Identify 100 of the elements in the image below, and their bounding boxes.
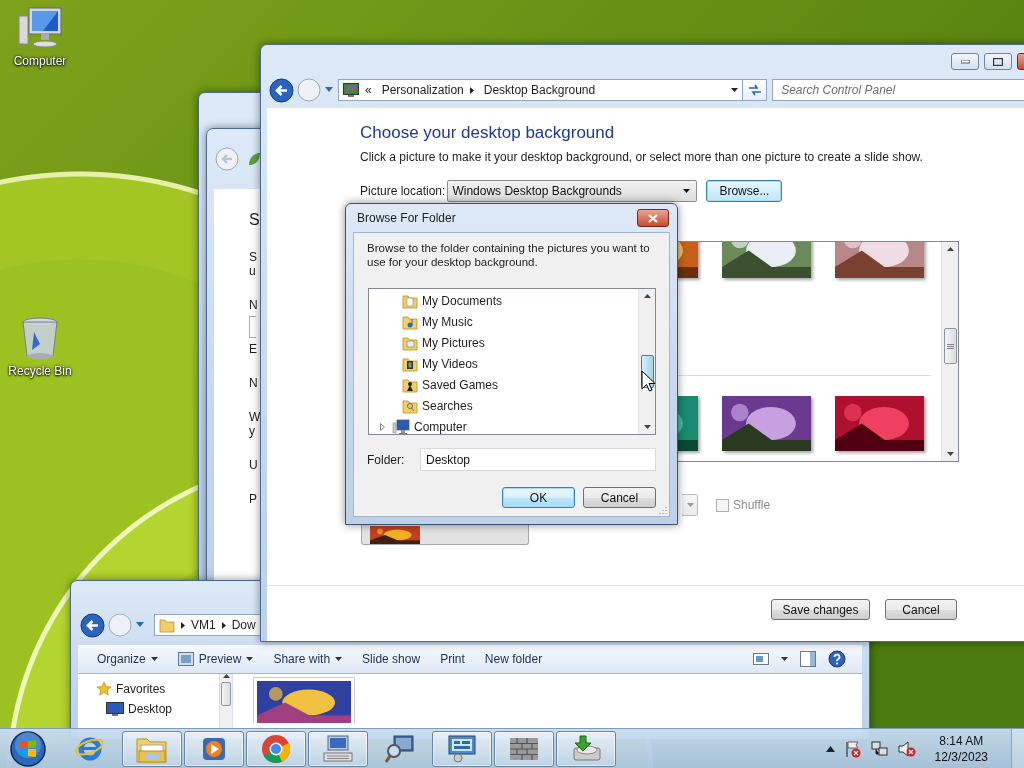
resize-grip-icon — [659, 506, 667, 514]
dialog-title: Browse For Folder — [357, 211, 457, 225]
magnifier-monitor-icon — [385, 733, 415, 764]
close-button[interactable] — [637, 209, 669, 227]
pane-icon[interactable] — [800, 651, 816, 667]
expand-arrow-icon[interactable] — [379, 422, 385, 431]
taskbar-button[interactable] — [246, 730, 306, 767]
scroll-down-icon[interactable] — [946, 452, 954, 456]
scroll-thumb[interactable] — [943, 328, 957, 364]
folder-icon — [402, 313, 418, 330]
network-icon[interactable] — [870, 739, 889, 758]
tree-item[interactable]: My Pictures — [422, 335, 485, 350]
label-text: y — [249, 424, 255, 438]
mute-icon[interactable] — [897, 739, 916, 758]
breadcrumb[interactable]: Personalization — [381, 83, 464, 97]
minimize-button[interactable] — [951, 53, 979, 70]
close-icon — [648, 213, 658, 223]
taskbar-button[interactable] — [432, 730, 492, 767]
tree-item[interactable]: Saved Games — [422, 377, 499, 392]
clock[interactable]: 8:14 AM 12/3/2023 — [934, 732, 988, 765]
clock-time: 8:14 AM — [939, 732, 984, 749]
address-bar[interactable]: VM1 Dow — [154, 614, 260, 636]
toolbar-button[interactable]: Print — [430, 647, 475, 671]
caret-icon — [781, 657, 788, 661]
taskbar-button[interactable] — [308, 730, 368, 767]
breadcrumb[interactable]: VM1 — [191, 618, 216, 632]
breadcrumb-overflow[interactable]: « — [365, 83, 372, 97]
breadcrumb[interactable]: Desktop Background — [483, 83, 596, 97]
scroll-thumb[interactable] — [221, 682, 231, 706]
address-bar[interactable]: « Personalization Desktop Background — [338, 79, 743, 101]
cancel-button[interactable]: Cancel — [583, 487, 656, 508]
position-dropdown[interactable] — [682, 494, 698, 516]
save-button[interactable]: Save changes — [771, 599, 870, 620]
nav-item[interactable]: Favorites — [116, 682, 166, 696]
scroll-down-icon[interactable] — [643, 425, 651, 429]
chevron-icon — [221, 621, 226, 629]
caret-icon[interactable] — [324, 87, 334, 93]
star-icon — [96, 681, 112, 697]
field-label: Picture location: — [360, 184, 446, 198]
taskbar-button[interactable] — [122, 730, 182, 767]
desktop-icon — [106, 702, 124, 716]
ok-button[interactable]: OK — [502, 487, 575, 508]
toolbar-button[interactable]: Preview — [167, 647, 264, 671]
nav-item[interactable]: Desktop — [128, 702, 173, 716]
scroll-up-icon[interactable] — [946, 247, 954, 251]
label-text: P — [249, 492, 257, 506]
location-dropdown[interactable]: Windows Desktop Backgrounds — [447, 180, 698, 202]
monitor-panel-icon — [446, 733, 478, 764]
tricolor-circle-icon — [261, 733, 291, 764]
text-field[interactable] — [249, 316, 256, 338]
page-heading: Choose your desktop background — [360, 123, 615, 143]
computer-icon[interactable] — [17, 6, 63, 50]
maximize-icon — [993, 57, 1003, 66]
cancel-button[interactable]: Cancel — [885, 599, 957, 620]
refresh-button[interactable] — [743, 79, 768, 101]
scroll-up-icon[interactable] — [643, 294, 651, 298]
image-icon — [177, 652, 194, 666]
chevron-icon — [181, 621, 185, 629]
disc-arrow-icon — [570, 733, 602, 764]
maximize-button[interactable] — [984, 53, 1012, 70]
minimize-icon — [960, 59, 970, 64]
toolbar-button[interactable]: Organize — [87, 647, 168, 671]
tree-item[interactable]: My Documents — [422, 293, 503, 308]
flag-error-icon[interactable] — [843, 739, 862, 758]
refresh-icon — [747, 84, 762, 96]
clock-date: 12/3/2023 — [934, 748, 988, 765]
play-icon — [201, 735, 227, 762]
caret-icon — [335, 657, 343, 661]
toolbar-button[interactable]: New folder — [474, 647, 553, 671]
caret-icon — [687, 503, 694, 507]
help-icon[interactable] — [828, 650, 846, 668]
tree-item[interactable]: My Videos — [422, 356, 478, 371]
caret-icon — [246, 657, 254, 661]
leaf-icon — [247, 151, 261, 167]
tree-item[interactable]: Computer — [414, 419, 467, 434]
taskbar-button[interactable] — [556, 730, 616, 767]
view-icon[interactable] — [753, 652, 769, 666]
folder-icon — [402, 355, 418, 372]
back-button[interactable] — [269, 77, 294, 103]
toolbar-button[interactable]: Slide show — [352, 647, 431, 671]
search-field[interactable]: Search Control Panel — [772, 79, 1024, 101]
taskbar-button[interactable] — [184, 730, 244, 767]
label-text: S — [249, 250, 257, 264]
brick-wall-icon — [509, 735, 539, 762]
show-hidden-icon[interactable] — [825, 745, 835, 752]
tree-item[interactable]: Searches — [422, 398, 473, 413]
toolbar-button[interactable]: Share with — [263, 647, 353, 671]
browse-button[interactable]: Browse... — [706, 180, 783, 202]
folder-field[interactable]: Desktop — [420, 448, 656, 471]
tree-item[interactable]: My Music — [422, 314, 473, 329]
back-button[interactable] — [80, 612, 105, 638]
folder-icon — [402, 334, 418, 351]
taskbar-button[interactable] — [494, 730, 554, 767]
breadcrumb[interactable]: Dow — [231, 618, 256, 632]
recycle-bin-icon[interactable] — [20, 316, 60, 360]
keyboard-monitor-icon — [322, 734, 354, 763]
folder-icon — [159, 617, 175, 633]
caret-icon[interactable] — [135, 622, 145, 628]
label-text: W — [249, 410, 261, 424]
label-text: E — [249, 342, 257, 356]
